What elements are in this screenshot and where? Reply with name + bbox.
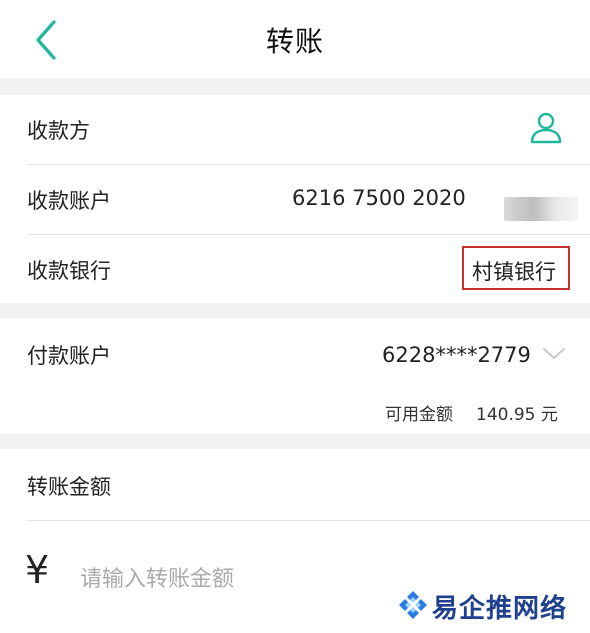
watermark-logo-icon (399, 591, 427, 619)
payee-row[interactable]: 收款方 (27, 95, 590, 165)
select-payee-button[interactable] (528, 110, 564, 146)
payer-account-value: 6228****2779 (382, 343, 531, 367)
payee-label: 收款方 (27, 119, 90, 143)
watermark-text: 易企推网络 (432, 594, 568, 624)
person-icon (530, 112, 562, 144)
payee-account-label: 收款账户 (27, 189, 111, 213)
amount-label-row: 转账金额 (27, 449, 590, 519)
currency-symbol: ¥ (25, 548, 50, 592)
available-label: 可用金额 (385, 405, 453, 425)
chevron-down-icon[interactable] (542, 346, 566, 362)
payer-section: 付款账户 6228****2779 可用金额 140.95 元 (0, 318, 590, 434)
redacted-area (504, 197, 578, 221)
payer-account-label: 付款账户 (27, 344, 111, 368)
watermark: 易企推网络 (398, 584, 588, 624)
amount-label: 转账金额 (27, 475, 111, 499)
available-value: 140.95 元 (476, 405, 558, 425)
page-title: 转账 (265, 25, 324, 58)
payee-account-value: 6216 7500 2020 (292, 186, 466, 210)
top-bar: 转账 (0, 0, 590, 78)
amount-input[interactable] (78, 558, 382, 600)
payee-bank-label: 收款银行 (27, 259, 111, 283)
highlight-box (462, 246, 570, 290)
divider (27, 520, 590, 521)
